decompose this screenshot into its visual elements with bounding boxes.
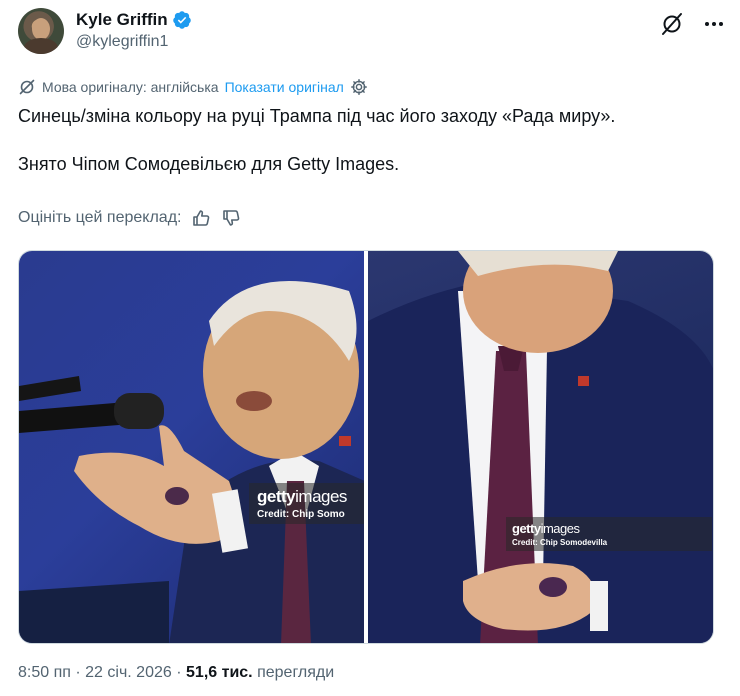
tweet-meta: 8:50 пп · 22 січ. 2026 · 51,6 тис. перег… — [18, 664, 334, 682]
photo-right-illustration — [368, 251, 713, 643]
avatar[interactable] — [18, 8, 64, 54]
rate-translation-label: Оцініть цей переклад: — [18, 209, 182, 226]
watermark-brand-bold: getty — [512, 521, 541, 536]
photo-trump-hand[interactable]: gettyimages Credit: Chip Somodevilla — [368, 251, 713, 643]
watermark-brand-suffix: images — [540, 521, 580, 536]
watermark-brand: gettyimages — [257, 487, 357, 507]
rate-translation: Оцініть цей переклад: — [18, 208, 241, 228]
watermark-brand-suffix: images — [295, 487, 347, 506]
tweet-header: Kyle Griffin @kylegriffin1 — [16, 6, 724, 56]
settings-gear-icon[interactable] — [350, 78, 368, 96]
watermark-credit: Credit: Chip Somo — [257, 509, 345, 520]
watermark-brand: gettyimages — [512, 521, 706, 536]
photo-trump-speaking[interactable]: gettyimages Credit: Chip Somo — [19, 251, 364, 643]
views-label: перегляди — [257, 664, 335, 681]
meta-separator: · — [176, 664, 182, 681]
media-grid: gettyimages Credit: Chip Somo gettyimage… — [18, 250, 714, 644]
getty-watermark: gettyimages Credit: Chip Somo — [249, 483, 364, 524]
tweet-time[interactable]: 8:50 пп — [18, 664, 71, 681]
original-language-label: Мова оригіналу: англійська — [42, 79, 219, 95]
display-name[interactable]: Kyle Griffin — [76, 10, 168, 30]
watermark-brand-bold: getty — [257, 487, 296, 506]
tweet-paragraph: Синець/зміна кольору на руці Трампа під … — [18, 106, 616, 126]
watermark-credit: Credit: Chip Somodevilla — [512, 538, 608, 547]
more-options-icon[interactable] — [702, 12, 726, 36]
tweet-paragraph: Знято Чіпом Сомодевільєю для Getty Image… — [18, 154, 400, 174]
thumbs-up-icon[interactable] — [191, 208, 211, 228]
translation-info: Мова оригіналу: англійська Показати ориг… — [18, 78, 368, 96]
avatar-face — [32, 18, 50, 40]
thumbs-down-icon[interactable] — [221, 208, 241, 228]
avatar-shirt — [24, 38, 58, 54]
user-handle[interactable]: @kylegriffin1 — [76, 33, 168, 51]
meta-separator: · — [75, 664, 81, 681]
photo-left-illustration — [19, 281, 364, 643]
tweet-date[interactable]: 22 січ. 2026 — [85, 664, 172, 681]
views-count: 51,6 тис. — [186, 664, 253, 681]
show-original-link[interactable]: Показати оригінал — [225, 79, 344, 95]
name-row: Kyle Griffin — [76, 10, 192, 30]
translate-icon — [19, 79, 35, 95]
getty-watermark: gettyimages Credit: Chip Somodevilla — [506, 517, 712, 551]
grok-icon[interactable] — [658, 10, 686, 38]
tweet-text: Синець/зміна кольору на руці Трампа під … — [18, 104, 718, 200]
verified-badge-icon[interactable] — [172, 10, 192, 30]
